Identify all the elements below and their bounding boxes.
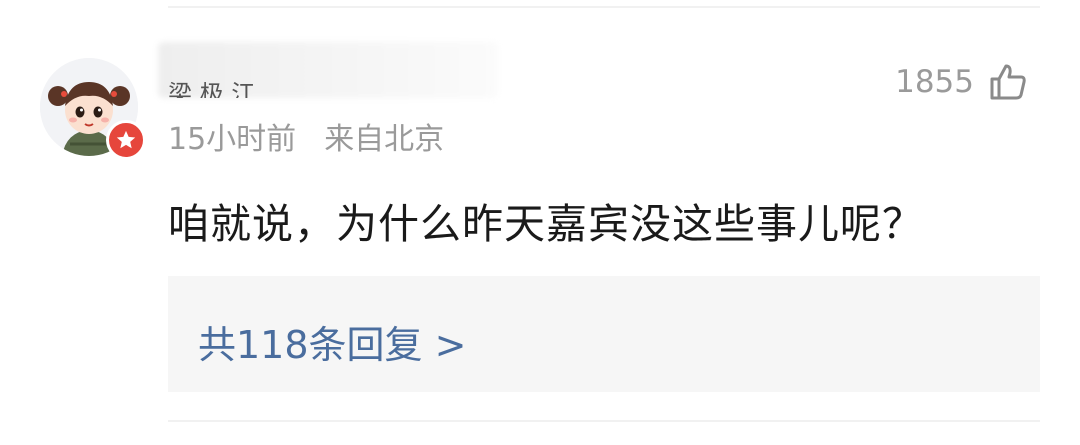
verified-star-icon: [116, 130, 136, 149]
view-replies-link[interactable]: 共118条回复 >: [198, 314, 466, 369]
verified-badge: [106, 120, 146, 160]
comment-text: 咱就说，为什么昨天嘉宾没这些事儿呢？: [168, 200, 924, 248]
thumbs-up-icon[interactable]: [988, 62, 1028, 102]
username[interactable]: 梁 极 江: [168, 82, 255, 98]
comment-time: 15小时前: [168, 122, 297, 157]
top-divider: [168, 6, 1040, 8]
like-button[interactable]: 1855: [895, 62, 1028, 102]
reply-panel[interactable]: 共118条回复 >: [168, 276, 1040, 392]
like-count: 1855: [895, 64, 974, 100]
comment-location: 来自北京: [324, 122, 445, 157]
bottom-divider: [168, 420, 1040, 422]
comment-meta: 15小时前 来自北京: [168, 114, 444, 158]
